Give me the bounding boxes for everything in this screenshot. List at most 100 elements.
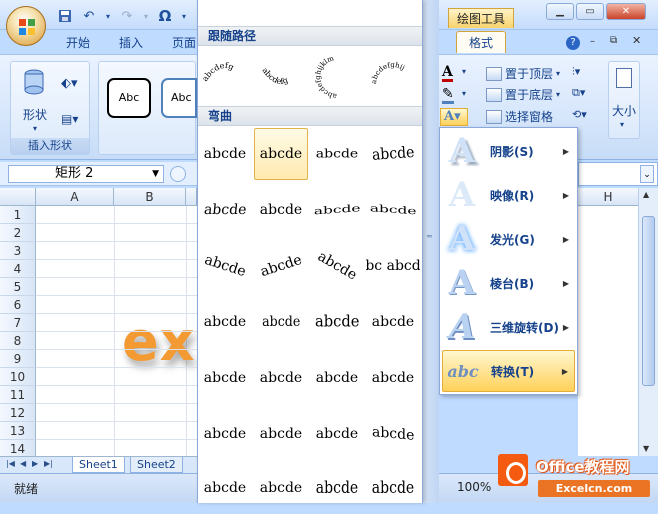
row-header[interactable]: 2 (0, 224, 36, 242)
warp-item[interactable]: abcde (310, 128, 364, 180)
chevron-down-icon[interactable]: ▾ (462, 67, 466, 76)
align-icon[interactable]: ⫶▾ (572, 65, 580, 79)
textbox-icon[interactable]: ▤▾ (61, 112, 78, 126)
warp-item[interactable]: abcde (366, 128, 420, 180)
row-header[interactable]: 5 (0, 278, 36, 296)
column-header[interactable]: B (114, 188, 186, 206)
warp-item[interactable]: abcde (366, 352, 420, 404)
warp-item[interactable]: abcde (310, 462, 364, 514)
tab-format[interactable]: 格式 (456, 31, 506, 53)
warp-item[interactable]: abcde (366, 184, 420, 236)
last-sheet-icon[interactable]: ▶| (44, 459, 53, 468)
text-fill-icon[interactable]: A (442, 65, 453, 82)
warp-item[interactable]: abcde (254, 240, 308, 292)
sheet-tab[interactable]: Sheet1 (72, 457, 125, 473)
column-header[interactable]: H (578, 188, 638, 206)
worksheet-grid[interactable]: A B ex 1 2 3 4 5 6 7 8 9 10 11 12 13 14 (0, 188, 197, 456)
warp-item[interactable]: abcde (198, 408, 252, 460)
warp-item[interactable]: abcde (310, 184, 364, 236)
row-header[interactable]: 10 (0, 368, 36, 386)
selection-pane-button[interactable]: 选择窗格 (486, 108, 553, 125)
name-box[interactable]: 矩形 2 ▼ (8, 165, 164, 183)
rotate-icon[interactable]: ⟲▾ (572, 108, 587, 121)
chevron-down-icon[interactable]: ▼ (152, 166, 159, 182)
row-header[interactable]: 7 (0, 314, 36, 332)
warp-item[interactable]: abcde (198, 240, 252, 292)
menu-item-shadow[interactable]: A 阴影(S) ▶ (442, 130, 575, 172)
path-item-arch-up[interactable]: abcdefg (198, 50, 252, 102)
omega-icon[interactable]: Ω (156, 7, 174, 25)
row-header[interactable]: 9 (0, 350, 36, 368)
row-header[interactable]: 13 (0, 422, 36, 440)
menu-item-reflection[interactable]: A 映像(R) ▶ (442, 174, 575, 216)
shapes-icon[interactable] (21, 68, 47, 95)
warp-item[interactable]: abcde (310, 408, 364, 460)
row-header[interactable]: 8 (0, 332, 36, 350)
text-effects-icon[interactable]: A▾ (440, 108, 468, 126)
shapes-button-label[interactable]: 形状 (23, 106, 47, 123)
warp-item[interactable]: abcde (310, 296, 364, 348)
save-icon[interactable] (56, 7, 74, 25)
ribbon-restore-icon[interactable]: ⧉ (610, 35, 617, 46)
path-item-circle[interactable]: abcdefghijklm (310, 50, 364, 102)
vertical-scrollbar[interactable]: ▲ ▼ (638, 188, 658, 456)
grip-icon[interactable]: ═ (427, 232, 435, 242)
text-outline-icon[interactable]: ✎ (442, 87, 454, 104)
chevron-down-icon[interactable]: ▾ (462, 89, 466, 98)
formula-input[interactable]: ⌄ (578, 162, 658, 186)
worksheet-grid-right[interactable] (578, 206, 638, 456)
wordart-shape[interactable]: ex (122, 310, 195, 373)
menu-item-bevel[interactable]: A 棱台(B) ▶ (442, 262, 575, 304)
tab-page[interactable]: 页面 (172, 34, 196, 51)
warp-item[interactable]: abcde (254, 296, 308, 348)
chevron-down-icon[interactable]: ▾ (142, 7, 150, 25)
warp-item[interactable]: abcde (310, 352, 364, 404)
warp-item[interactable]: abc abcde (366, 240, 420, 292)
row-header[interactable]: 1 (0, 206, 36, 224)
select-all-corner[interactable] (0, 188, 36, 206)
minimize-icon[interactable]: ▁ (546, 3, 574, 20)
menu-item-glow[interactable]: A 发光(G) ▶ (442, 218, 575, 260)
chevron-down-icon[interactable]: ▾ (104, 7, 112, 25)
row-header[interactable]: 4 (0, 260, 36, 278)
send-to-back-button[interactable]: 置于底层 ▾ (486, 86, 560, 103)
warp-item[interactable]: abcde (254, 352, 308, 404)
warp-item[interactable]: abcde (198, 184, 252, 236)
scroll-up-icon[interactable]: ▲ (643, 190, 649, 199)
size-group[interactable]: 大小 ▾ (608, 61, 640, 139)
warp-item[interactable]: abcde (198, 128, 252, 180)
formula-cancel-icon[interactable] (170, 166, 186, 182)
warp-item[interactable]: abcde (254, 184, 308, 236)
next-sheet-icon[interactable]: ▶ (32, 459, 38, 468)
warp-item[interactable]: abcde (310, 240, 364, 292)
undo-icon[interactable]: ↶ (80, 7, 98, 25)
warp-item[interactable]: abcde (254, 462, 308, 514)
prev-sheet-icon[interactable]: ◀ (20, 459, 26, 468)
help-icon[interactable]: ? (566, 36, 580, 50)
path-item-button[interactable]: abcdefghij (366, 50, 420, 102)
row-header[interactable]: 6 (0, 296, 36, 314)
warp-item[interactable]: abcde (198, 296, 252, 348)
ribbon-minimize-icon[interactable]: – (590, 36, 595, 47)
row-header[interactable]: 11 (0, 386, 36, 404)
warp-item[interactable]: abcde (366, 296, 420, 348)
shape-style-sample[interactable]: Abc (107, 78, 151, 118)
chevron-down-icon[interactable]: ▾ (180, 7, 188, 25)
warp-item[interactable]: abcde (198, 352, 252, 404)
close-icon[interactable]: ✕ (606, 3, 646, 20)
menu-item-3d-rotation[interactable]: A 三维旋转(D) ▶ (442, 306, 575, 348)
redo-icon[interactable]: ↷ (118, 7, 136, 25)
scroll-thumb[interactable] (642, 216, 655, 386)
warp-item[interactable]: abcde (254, 128, 308, 180)
tab-insert[interactable]: 插入 (119, 34, 143, 51)
warp-item[interactable]: abcde (366, 408, 420, 460)
office-button[interactable] (6, 6, 46, 46)
bring-to-front-button[interactable]: 置于顶层 ▾ (486, 65, 560, 82)
row-header[interactable]: 12 (0, 404, 36, 422)
row-header[interactable]: 3 (0, 242, 36, 260)
first-sheet-icon[interactable]: |◀ (6, 459, 15, 468)
menu-item-transform[interactable]: abc 转换(T) ▶ (442, 350, 575, 392)
warp-item[interactable]: abcde (366, 462, 420, 514)
warp-item[interactable]: abcde (254, 408, 308, 460)
sheet-tab[interactable]: Sheet2 (130, 457, 183, 473)
